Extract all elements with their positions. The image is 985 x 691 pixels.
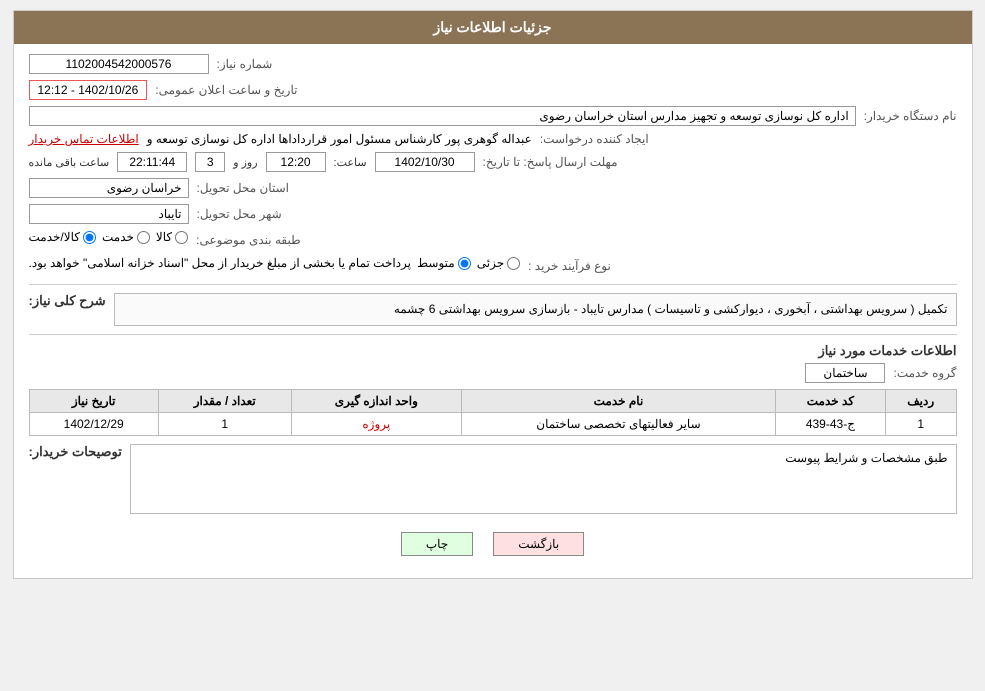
tabaqe-options: کالا خدمت کالا/خدمت bbox=[29, 230, 189, 244]
mohlat-label: مهلت ارسال پاسخ: تا تاریخ: bbox=[483, 155, 618, 169]
cell-vahed: پروژه bbox=[291, 413, 461, 436]
tosif-section: طبق مشخصات و شرایط پیوست توصیحات خریدار: bbox=[29, 444, 957, 514]
goroh-row: گروه خدمت: ساختمان bbox=[29, 363, 957, 383]
goroh-value: ساختمان bbox=[805, 363, 885, 383]
shomara-row: شماره نیاز: 1102004542000576 bbox=[29, 54, 957, 74]
tabaqe-kala-label: کالا bbox=[156, 230, 172, 244]
separator-1 bbox=[29, 284, 957, 285]
cell-radif: 1 bbox=[885, 413, 956, 436]
namdastgah-value: اداره کل نوسازی توسعه و تجهیز مدارس استا… bbox=[29, 106, 856, 126]
col-tarikh: تاریخ نیاز bbox=[29, 390, 158, 413]
ijad-label: ایجاد کننده درخواست: bbox=[540, 132, 649, 146]
tabaqe-label: طبقه بندی موضوعی: bbox=[196, 233, 301, 247]
cell-kod: ج-43-439 bbox=[775, 413, 885, 436]
bazgasht-button[interactable]: بازگشت bbox=[493, 532, 584, 556]
ostan-row: استان محل تحویل: خراسان رضوی bbox=[29, 178, 957, 198]
goroh-label: گروه خدمت: bbox=[893, 366, 956, 380]
noe-label: نوع فرآیند خرید : bbox=[528, 259, 611, 273]
tosif-box: طبق مشخصات و شرایط پیوست bbox=[130, 444, 957, 514]
khadamat-title: اطلاعات خدمات مورد نیاز bbox=[29, 343, 957, 359]
shomara-value: 1102004542000576 bbox=[29, 54, 209, 74]
tosif-title: توصیحات خریدار: bbox=[29, 444, 122, 460]
khadamat-section: اطلاعات خدمات مورد نیاز گروه خدمت: ساختم… bbox=[29, 343, 957, 436]
mohlat-rooz-label: روز و bbox=[233, 156, 257, 169]
date-aalan-value: 1402/10/26 - 12:12 bbox=[29, 80, 148, 100]
tabaqe-khadamat: خدمت bbox=[102, 230, 150, 244]
col-radif: ردیف bbox=[885, 390, 956, 413]
noe-motevaset-radio[interactable] bbox=[458, 257, 471, 270]
namdastgah-row: نام دستگاه خریدار: اداره کل نوسازی توسعه… bbox=[29, 106, 957, 126]
service-table: ردیف کد خدمت نام خدمت واحد اندازه گیری ت… bbox=[29, 389, 957, 436]
service-table-body: 1 ج-43-439 سایر فعالیتهای تخصصی ساختمان … bbox=[29, 413, 956, 436]
ijad-row: ایجاد کننده درخواست: عبداله گوهری پور کا… bbox=[29, 132, 957, 146]
tabaqe-kala-khadamat: کالا/خدمت bbox=[29, 230, 96, 244]
sharh-title: شرح کلی نیاز: bbox=[29, 293, 106, 309]
noe-jozyi-radio[interactable] bbox=[507, 257, 520, 270]
ostan-label: استان محل تحویل: bbox=[197, 181, 289, 195]
date-aalan-label: تاریخ و ساعت اعلان عمومی: bbox=[155, 83, 297, 97]
tabaqe-kala-khadamat-radio[interactable] bbox=[83, 231, 96, 244]
shahr-row: شهر محل تحویل: تایباد bbox=[29, 204, 957, 224]
shomara-label: شماره نیاز: bbox=[217, 57, 297, 71]
tabaqe-kala-khadamat-label: کالا/خدمت bbox=[29, 230, 80, 244]
mohlat-saat-label: ساعت: bbox=[334, 156, 367, 169]
col-name: نام خدمت bbox=[461, 390, 775, 413]
col-vahed: واحد اندازه گیری bbox=[291, 390, 461, 413]
service-table-head: ردیف کد خدمت نام خدمت واحد اندازه گیری ت… bbox=[29, 390, 956, 413]
noe-motevaset-label: متوسط bbox=[417, 256, 455, 270]
noe-row: نوع فرآیند خرید : جزئی متوسط پرداخت تمام… bbox=[29, 256, 957, 276]
noe-jozyi: جزئی bbox=[477, 256, 520, 270]
main-container: جزئیات اطلاعات نیاز شماره نیاز: 11020045… bbox=[13, 10, 973, 579]
noe-desc: پرداخت تمام یا بخشی از مبلغ خریدار از مح… bbox=[29, 256, 412, 270]
mohlat-baqi: 22:11:44 bbox=[117, 152, 187, 172]
mohlat-baqi-label: ساعت باقی مانده bbox=[29, 156, 110, 169]
mohlat-rooz: 3 bbox=[195, 152, 225, 172]
mohlat-row: مهلت ارسال پاسخ: تا تاریخ: 1402/10/30 سا… bbox=[29, 152, 957, 172]
noe-motevaset: متوسط bbox=[417, 256, 471, 270]
mohlat-date: 1402/10/30 bbox=[375, 152, 475, 172]
page-title: جزئیات اطلاعات نیاز bbox=[14, 11, 972, 44]
content-area: شماره نیاز: 1102004542000576 تاریخ و ساع… bbox=[14, 44, 972, 578]
namdastgah-label: نام دستگاه خریدار: bbox=[864, 109, 957, 123]
cell-tarikh: 1402/12/29 bbox=[29, 413, 158, 436]
tabaqe-khadamat-radio[interactable] bbox=[137, 231, 150, 244]
tosif-value: طبق مشخصات و شرایط پیوست bbox=[785, 451, 947, 465]
col-tedad: تعداد / مقدار bbox=[158, 390, 291, 413]
col-kod: کد خدمت bbox=[775, 390, 885, 413]
noe-jozyi-label: جزئی bbox=[477, 256, 504, 270]
shahr-label: شهر محل تحویل: bbox=[197, 207, 282, 221]
ijad-value: عبداله گوهری پور کارشناس مسئول امور قرار… bbox=[147, 132, 532, 146]
tabaqe-kala: کالا bbox=[156, 230, 188, 244]
tabaqe-kala-radio[interactable] bbox=[175, 231, 188, 244]
noe-options: جزئی متوسط پرداخت تمام یا بخشی از مبلغ خ… bbox=[29, 256, 521, 270]
table-row: 1 ج-43-439 سایر فعالیتهای تخصصی ساختمان … bbox=[29, 413, 956, 436]
mohlat-saat: 12:20 bbox=[266, 152, 326, 172]
footer-buttons: بازگشت چاپ bbox=[29, 522, 957, 568]
ijad-link[interactable]: اطلاعات تماس خریدار bbox=[29, 132, 139, 146]
cell-name: سایر فعالیتهای تخصصی ساختمان bbox=[461, 413, 775, 436]
cell-tedad: 1 bbox=[158, 413, 291, 436]
ostan-value: خراسان رضوی bbox=[29, 178, 189, 198]
shahr-value: تایباد bbox=[29, 204, 189, 224]
separator-2 bbox=[29, 334, 957, 335]
sharh-value: تکمیل ( سرویس بهداشتی ، آبخوری ، دیوارکش… bbox=[114, 293, 957, 326]
date-aalan-row: تاریخ و ساعت اعلان عمومی: 1402/10/26 - 1… bbox=[29, 80, 957, 100]
tabaqe-row: طبقه بندی موضوعی: کالا خدمت کالا/خدمت bbox=[29, 230, 957, 250]
tabaqe-khadamat-label: خدمت bbox=[102, 230, 134, 244]
sharh-section: تکمیل ( سرویس بهداشتی ، آبخوری ، دیوارکش… bbox=[29, 293, 957, 326]
chap-button[interactable]: چاپ bbox=[401, 532, 473, 556]
